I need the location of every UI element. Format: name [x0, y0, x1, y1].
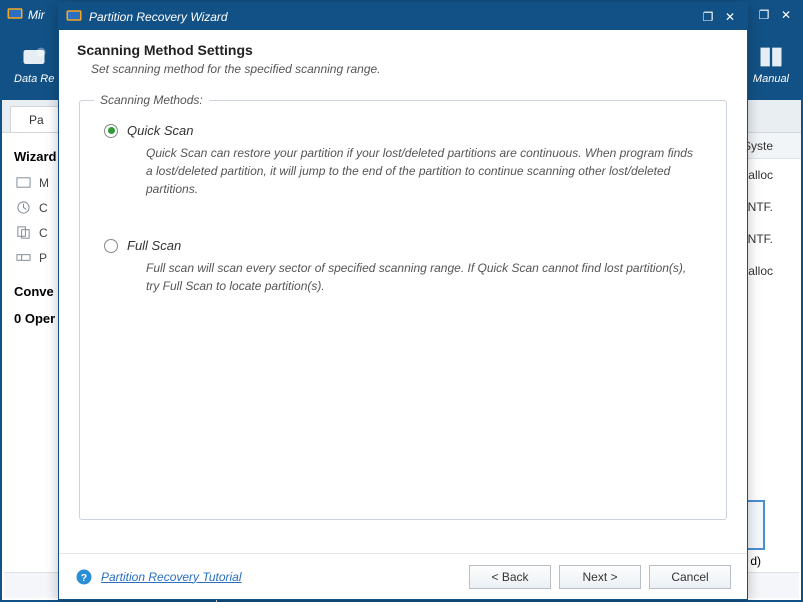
- option-full-scan: Full Scan Full scan will scan every sect…: [98, 238, 708, 313]
- parent-restore-button[interactable]: ❐: [753, 5, 775, 25]
- ribbon-manual[interactable]: Manual: [753, 43, 789, 85]
- wizard-footer: ? Partition Recovery Tutorial < Back Nex…: [59, 553, 747, 599]
- radio-quick-scan[interactable]: Quick Scan: [104, 123, 708, 138]
- full-scan-label: Full Scan: [127, 238, 181, 253]
- ribbon-data-recovery[interactable]: Data Re: [14, 43, 54, 85]
- help-icon: ?: [75, 568, 93, 586]
- app-logo-icon: [6, 6, 24, 24]
- wizard-subheading: Set scanning method for the specified sc…: [77, 58, 729, 76]
- ribbon-data-recovery-label: Data Re: [14, 73, 54, 85]
- next-button[interactable]: Next >: [559, 565, 641, 589]
- wizard-titlebar: Partition Recovery Wizard ❐ ✕: [59, 3, 747, 30]
- data-recovery-icon: [20, 43, 48, 71]
- wizard-heading: Scanning Method Settings: [77, 42, 729, 58]
- radio-full-scan[interactable]: Full Scan: [104, 238, 708, 253]
- wizard-close-button[interactable]: ✕: [719, 7, 741, 27]
- wizard-title-text: Partition Recovery Wizard: [89, 10, 228, 24]
- sidebar-item-3-label: P: [39, 251, 47, 265]
- radio-icon: [104, 124, 118, 138]
- help-link-area: ? Partition Recovery Tutorial: [75, 568, 242, 586]
- back-button[interactable]: < Back: [469, 565, 551, 589]
- sidebar-item-0-label: M: [39, 176, 49, 190]
- parent-close-button[interactable]: ✕: [775, 5, 797, 25]
- copy-icon: [16, 225, 31, 240]
- full-scan-description: Full scan will scan every sector of spec…: [104, 253, 708, 295]
- tab-partition[interactable]: Pa: [10, 106, 63, 132]
- manual-icon: [757, 43, 785, 71]
- clock-icon: [16, 200, 31, 215]
- recovery-wizard-dialog: Partition Recovery Wizard ❐ ✕ Scanning M…: [58, 2, 748, 600]
- wizard-logo-icon: [65, 8, 83, 26]
- disk-map-label: d): [750, 554, 761, 568]
- quick-scan-description: Quick Scan can restore your partition if…: [104, 138, 708, 198]
- scanning-methods-fieldset: Scanning Methods: Quick Scan Quick Scan …: [79, 100, 727, 520]
- sidebar-item-2-label: C: [39, 226, 48, 240]
- ribbon-manual-label: Manual: [753, 73, 789, 85]
- cancel-button[interactable]: Cancel: [649, 565, 731, 589]
- fieldset-legend: Scanning Methods:: [94, 93, 209, 107]
- svg-text:?: ?: [81, 571, 87, 583]
- parent-title-text: Mir: [28, 8, 45, 22]
- option-quick-scan: Quick Scan Quick Scan can restore your p…: [98, 123, 708, 216]
- sidebar-item-1-label: C: [39, 201, 48, 215]
- radio-icon: [104, 239, 118, 253]
- wizard-restore-button[interactable]: ❐: [697, 7, 719, 27]
- quick-scan-label: Quick Scan: [127, 123, 193, 138]
- migrate-icon: [16, 175, 31, 190]
- wizard-header: Scanning Method Settings Set scanning me…: [59, 30, 747, 86]
- partition-icon: [16, 250, 31, 265]
- tutorial-link[interactable]: Partition Recovery Tutorial: [101, 570, 242, 584]
